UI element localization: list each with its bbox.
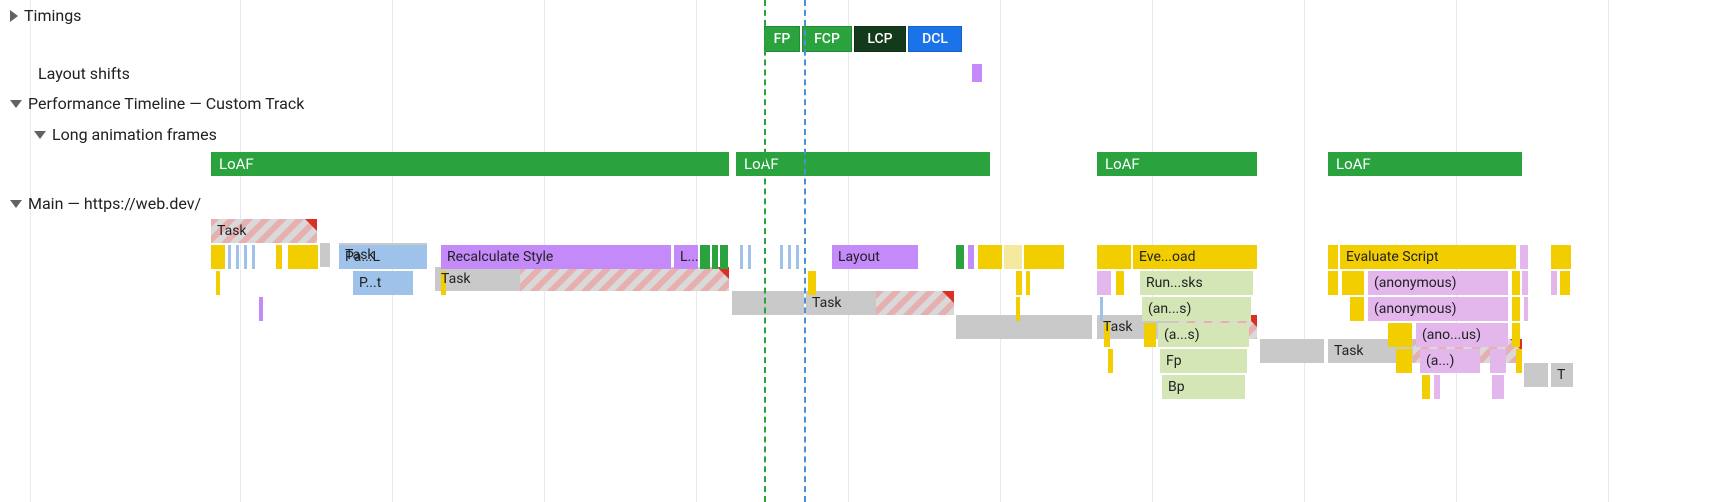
flame-entry[interactable] [252,245,255,269]
flame-task[interactable]: Task [211,219,317,243]
flame-entry[interactable] [780,245,783,269]
flame-entry[interactable]: Fp [1160,349,1247,373]
flame-entry[interactable] [1520,245,1528,269]
flame-entry[interactable] [1388,323,1412,347]
flame-entry[interactable] [1396,349,1412,373]
flame-entry[interactable] [1100,297,1103,321]
flame-entry[interactable] [1026,271,1030,295]
flame-entry[interactable] [1524,297,1528,321]
loaf-event[interactable]: LoAF [211,152,729,176]
flame-entry[interactable] [228,245,231,269]
timing-marker-lcp[interactable]: LCP [854,26,906,52]
flame-entry[interactable] [956,245,964,269]
flame-entry[interactable] [1116,271,1124,295]
loaf-event[interactable]: LoAF [1328,152,1522,176]
timing-marker-dcl[interactable]: DCL [908,26,962,52]
flame-entry[interactable] [1342,271,1364,295]
flame-entry[interactable]: (ano...us) [1416,323,1508,347]
flame-entry[interactable] [1512,323,1520,347]
loaf-event[interactable]: LoAF [1097,152,1257,176]
perf-timeline-header[interactable]: Performance Timeline — Custom Track [0,88,1728,119]
flame-entry[interactable]: Run...sks [1140,271,1253,295]
flame-entry[interactable] [1097,245,1131,269]
flame-entry[interactable] [236,245,239,269]
flame-entry[interactable] [1492,375,1504,399]
flame-entry[interactable]: Eve...oad [1133,245,1257,269]
main-header[interactable]: Main — https://web.dev/ [0,188,1728,219]
flame-entry[interactable] [1016,271,1022,295]
chevron-down-icon [10,100,22,108]
flame-entry[interactable]: (anonymous) [1368,271,1508,295]
flame-entry[interactable]: L... [674,245,698,269]
flame-entry[interactable] [1512,297,1520,321]
flame-entry[interactable] [968,245,974,269]
flame-entry[interactable]: (an...s) [1142,297,1251,321]
flame-entry[interactable] [216,271,220,295]
flame-entry[interactable] [1004,245,1022,269]
flame-entry[interactable] [1422,375,1430,399]
timing-marker-fp[interactable]: FP [764,26,800,52]
flame-entry[interactable]: Evaluate Script [1340,245,1516,269]
flame-entry[interactable]: (a...s) [1158,323,1249,347]
flame-entry[interactable] [808,271,816,295]
loaf-label: Long animation frames [52,125,217,144]
flame-entry[interactable]: (a...) [1420,349,1480,373]
flame-entry[interactable] [978,245,1002,269]
flame-entry[interactable] [259,297,263,321]
flame-entry[interactable] [1512,271,1520,295]
flame-entry[interactable] [276,245,282,269]
main-flame-chart[interactable]: TaskTaskTaskTaskTaskTaskTPa...LRecalcula… [0,219,1728,401]
flame-entry[interactable] [720,245,728,269]
flame-entry[interactable] [1024,245,1064,269]
flame-entry[interactable] [1516,349,1522,373]
loaf-event[interactable]: LoAF [736,152,990,176]
loaf-header[interactable]: Long animation frames [0,119,1728,150]
flame-entry[interactable] [788,245,791,269]
layout-shifts-track[interactable] [0,64,1728,82]
flame-entry[interactable] [1108,349,1113,373]
chevron-down-icon [34,131,46,139]
flame-entry[interactable]: Recalculate Style [441,245,671,269]
flame-entry[interactable]: P...t [353,271,413,295]
flame-entry[interactable] [1551,271,1557,295]
loaf-track[interactable]: LoAF LoAF LoAF LoAF [0,152,1728,178]
flame-entry[interactable] [1328,245,1338,269]
flame-entry[interactable] [244,245,247,269]
flame-entry[interactable] [1328,271,1338,295]
flame-entry[interactable] [1490,349,1506,373]
timings-label: Timings [24,6,81,25]
flame-entry[interactable] [1560,271,1570,295]
flame-entry[interactable] [1016,297,1020,321]
flame-entry[interactable] [740,245,743,269]
flame-entry[interactable] [1434,375,1440,399]
flame-entry[interactable] [288,245,318,269]
timing-marker-fcp[interactable]: FCP [802,26,852,52]
perf-timeline-label: Performance Timeline — Custom Track [28,94,304,113]
flame-entry[interactable] [748,245,751,269]
flame-entry[interactable] [211,245,225,269]
layout-shift-event[interactable] [972,64,982,82]
chevron-right-icon [10,10,18,22]
flame-entry[interactable] [700,245,710,269]
flame-entry[interactable]: (anonymous) [1368,297,1508,321]
flame-entry[interactable] [1551,245,1571,269]
flame-entry[interactable] [1522,271,1528,295]
flame-entry[interactable]: Layout [832,245,918,269]
flame-entry[interactable]: Bp [1162,375,1245,399]
flame-entry[interactable] [1097,271,1111,295]
chevron-down-icon [10,200,22,208]
flame-entry[interactable] [1144,323,1156,347]
flame-entry[interactable] [1350,297,1364,321]
main-label: Main — https://web.dev/ [28,194,201,213]
flame-entry[interactable] [712,245,718,269]
flame-entry[interactable] [796,245,799,269]
